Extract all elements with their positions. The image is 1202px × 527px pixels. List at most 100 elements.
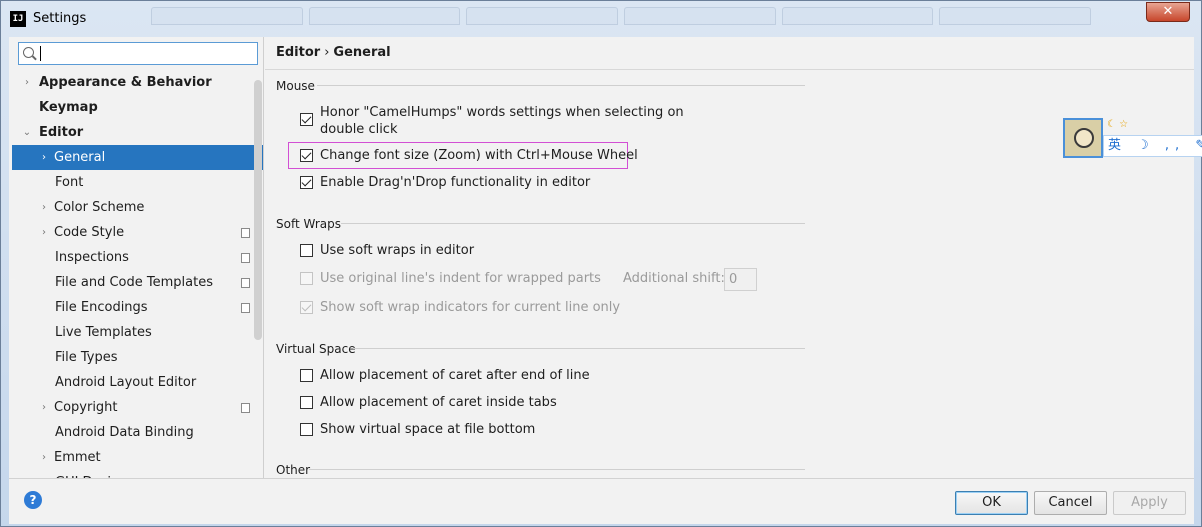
tree-item-inspections[interactable]: Inspections [12, 245, 263, 270]
breadcrumb-separator: › [324, 45, 330, 60]
background-tab [781, 7, 934, 25]
section-title-mouse: Mouse [276, 79, 315, 93]
settings-content-pane: Editor › General Mouse Honor "CamelHumps" … [265, 37, 1194, 478]
project-settings-icon [239, 251, 250, 263]
project-settings-icon [239, 301, 250, 313]
title-bar[interactable]: IJ Settings ✕ [1, 1, 1201, 37]
tree-item-color-scheme[interactable]: › Color Scheme [12, 195, 263, 220]
avatar-face-icon [1074, 128, 1094, 148]
search-icon [23, 47, 34, 58]
background-tab [308, 7, 461, 25]
tree-item-label: Android Data Binding [55, 425, 194, 440]
tree-item-android-data-binding[interactable]: Android Data Binding [12, 420, 263, 445]
dialog-footer: ? OK Cancel Apply [9, 478, 1194, 524]
project-settings-icon [239, 401, 250, 413]
background-tab [466, 7, 619, 25]
camelhumps-checkbox[interactable] [300, 113, 313, 126]
breadcrumb-parent: Editor [276, 45, 321, 60]
original-indent-checkbox [300, 272, 313, 285]
tree-item-android-layout-editor[interactable]: Android Layout Editor [12, 370, 263, 395]
tree-item-label: Editor [39, 125, 84, 140]
virtual-space-bottom-checkbox[interactable] [300, 423, 313, 436]
chevron-right-icon[interactable]: › [38, 145, 50, 170]
close-window-button[interactable]: ✕ [1146, 2, 1190, 22]
settings-sidebar: › Appearance & Behavior Keymap ⌄ Editor … [9, 37, 264, 478]
option-label: Show soft wrap indicators for current li… [320, 300, 621, 315]
ime-control-bar[interactable]: 英 ☽ ,, ✎ ▤ [1103, 135, 1202, 157]
project-settings-icon [239, 226, 250, 238]
tree-item-label: General [54, 150, 106, 165]
cancel-button[interactable]: Cancel [1034, 491, 1107, 515]
background-tab [624, 7, 776, 25]
tree-item-editor[interactable]: ⌄ Editor [12, 120, 263, 145]
tree-item-file-types[interactable]: File Types [12, 345, 263, 370]
chevron-right-icon[interactable]: › [38, 445, 50, 470]
tree-item-code-style[interactable]: › Code Style [12, 220, 263, 245]
drag-drop-checkbox[interactable] [300, 176, 313, 189]
help-button[interactable]: ? [24, 491, 42, 509]
tree-item-label: Android Layout Editor [55, 375, 197, 390]
tree-item-label: File Encodings [55, 300, 148, 315]
option-label: Show virtual space at file bottom [320, 422, 536, 437]
tree-item-label: File Types [55, 350, 118, 365]
text-caret [40, 46, 41, 61]
tree-item-copyright[interactable]: › Copyright [12, 395, 263, 420]
soft-wrap-indicators-checkbox [300, 301, 313, 314]
ime-status-icons: ☾ ☆ [1107, 119, 1129, 130]
chevron-right-icon[interactable]: › [21, 70, 33, 95]
tree-item-label: Code Style [54, 225, 125, 240]
tree-item-label: Color Scheme [54, 200, 145, 215]
chevron-right-icon[interactable]: › [38, 395, 50, 420]
tree-item-general[interactable]: › General [12, 145, 263, 170]
option-label-line: Honor "CamelHumps" words settings when s… [320, 105, 684, 120]
tree-item-label: Inspections [55, 250, 129, 265]
tree-item-keymap[interactable]: Keymap [12, 95, 263, 120]
header-divider [265, 69, 1194, 70]
tree-item-label: Emmet [54, 450, 101, 465]
option-label-line: double click [320, 122, 398, 137]
ok-button[interactable]: OK [955, 491, 1028, 515]
ime-toolbar[interactable]: ☾ ☆ 英 ☽ ,, ✎ ▤ [1063, 118, 1202, 158]
tree-item-file-encodings[interactable]: File Encodings [12, 295, 263, 320]
tree-item-font[interactable]: Font [12, 170, 263, 195]
zoom-font-checkbox[interactable] [300, 149, 313, 162]
tree-item-emmet[interactable]: › Emmet [12, 445, 263, 470]
section-divider [353, 348, 805, 349]
scrollbar-thumb[interactable] [254, 80, 262, 340]
chevron-down-icon[interactable]: ⌄ [21, 120, 33, 145]
chevron-right-icon[interactable]: › [38, 195, 50, 220]
option-label: Use original line's indent for wrapped p… [320, 271, 601, 286]
intellij-app-icon: IJ [10, 11, 26, 27]
additional-shift-label: Additional shift: [623, 271, 725, 286]
sidebar-scrollbar[interactable] [254, 70, 262, 474]
use-soft-wraps-checkbox[interactable] [300, 244, 313, 257]
tree-item-label: Copyright [54, 400, 118, 415]
option-label: Use soft wraps in editor [320, 243, 475, 258]
tree-item-gui-designer[interactable]: GUI Designer [12, 470, 263, 478]
caret-inside-tabs-checkbox[interactable] [300, 396, 313, 409]
option-label: Enable Drag'n'Drop functionality in edit… [320, 175, 591, 190]
tree-item-file-code-templates[interactable]: File and Code Templates [12, 270, 263, 295]
tree-item-live-templates[interactable]: Live Templates [12, 320, 263, 345]
tree-item-appearance-behavior[interactable]: › Appearance & Behavior [12, 70, 263, 95]
section-divider [309, 469, 805, 470]
tree-item-label: Keymap [39, 100, 98, 115]
settings-window: IJ Settings ✕ › Appearance & Behavior Ke… [0, 0, 1202, 527]
option-label: Honor "CamelHumps" words settings when s… [320, 104, 684, 138]
background-tab [939, 7, 1092, 25]
section-divider [317, 85, 805, 86]
apply-button: Apply [1113, 491, 1186, 515]
breadcrumb: Editor › General [276, 45, 391, 60]
search-input[interactable] [18, 42, 258, 65]
ime-avatar[interactable] [1063, 118, 1103, 158]
additional-shift-field: 0 [724, 268, 757, 291]
section-divider [341, 223, 805, 224]
section-title-soft-wraps: Soft Wraps [276, 217, 341, 231]
option-label: Allow placement of caret after end of li… [320, 368, 590, 383]
section-title-other: Other [276, 463, 311, 477]
chevron-right-icon[interactable]: › [38, 220, 50, 245]
tree-item-label: Font [55, 175, 84, 190]
caret-after-eol-checkbox[interactable] [300, 369, 313, 382]
background-editor-tabs [151, 7, 1092, 29]
tree-item-label: Live Templates [55, 325, 152, 340]
